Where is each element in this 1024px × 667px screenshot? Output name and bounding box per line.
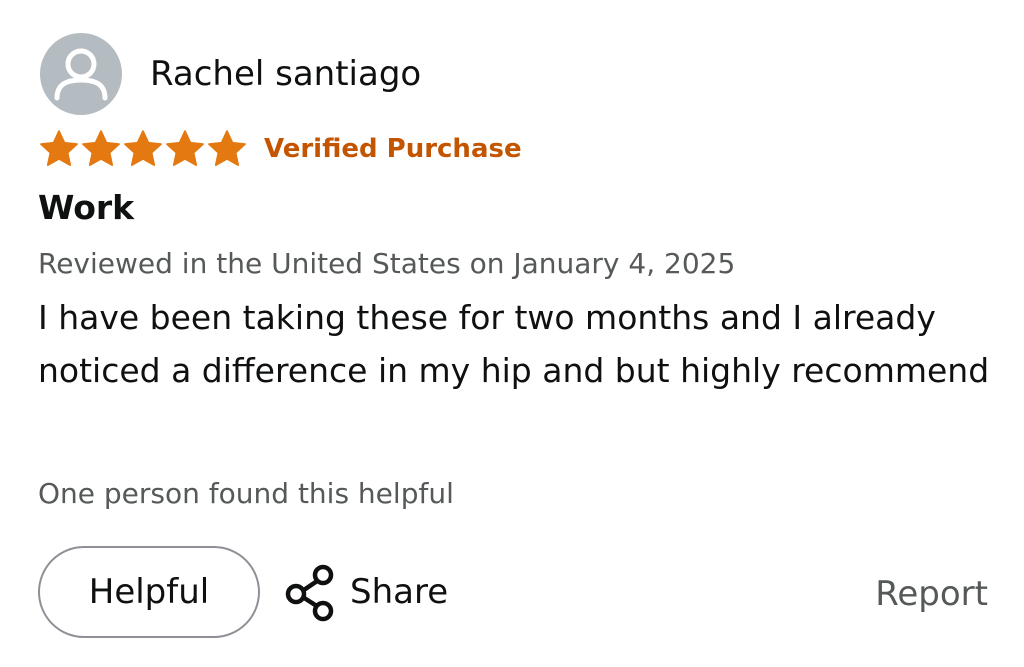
star-rating[interactable] <box>38 128 248 170</box>
star-icon <box>40 130 78 166</box>
report-link[interactable]: Report <box>875 574 988 614</box>
reviewer-name[interactable]: Rachel santiago <box>150 57 421 91</box>
share-button[interactable]: Share <box>284 562 448 622</box>
review-title: Work <box>38 188 135 227</box>
review-body: I have been taking these for two months … <box>38 298 990 390</box>
review-actions: Helpful Share Report <box>38 546 988 642</box>
share-label: Share <box>350 572 449 612</box>
rating-row: Verified Purchase <box>38 128 522 170</box>
review-date: Reviewed in the United States on January… <box>38 247 736 280</box>
star-icon <box>124 130 162 166</box>
star-icon <box>166 130 204 166</box>
star-icon <box>82 130 120 166</box>
star-icon <box>208 130 246 166</box>
avatar[interactable] <box>40 33 122 115</box>
user-avatar-icon <box>54 48 108 101</box>
share-icon <box>285 564 334 622</box>
reviewer-profile[interactable]: Rachel santiago <box>40 33 421 115</box>
helpful-button-label: Helpful <box>88 572 210 612</box>
helpful-button[interactable]: Helpful <box>38 546 260 638</box>
helpful-count: One person found this helpful <box>38 477 454 510</box>
verified-purchase-badge[interactable]: Verified Purchase <box>264 134 522 164</box>
review-card: Rachel santiago Verified Purchase Work R… <box>0 0 1024 667</box>
